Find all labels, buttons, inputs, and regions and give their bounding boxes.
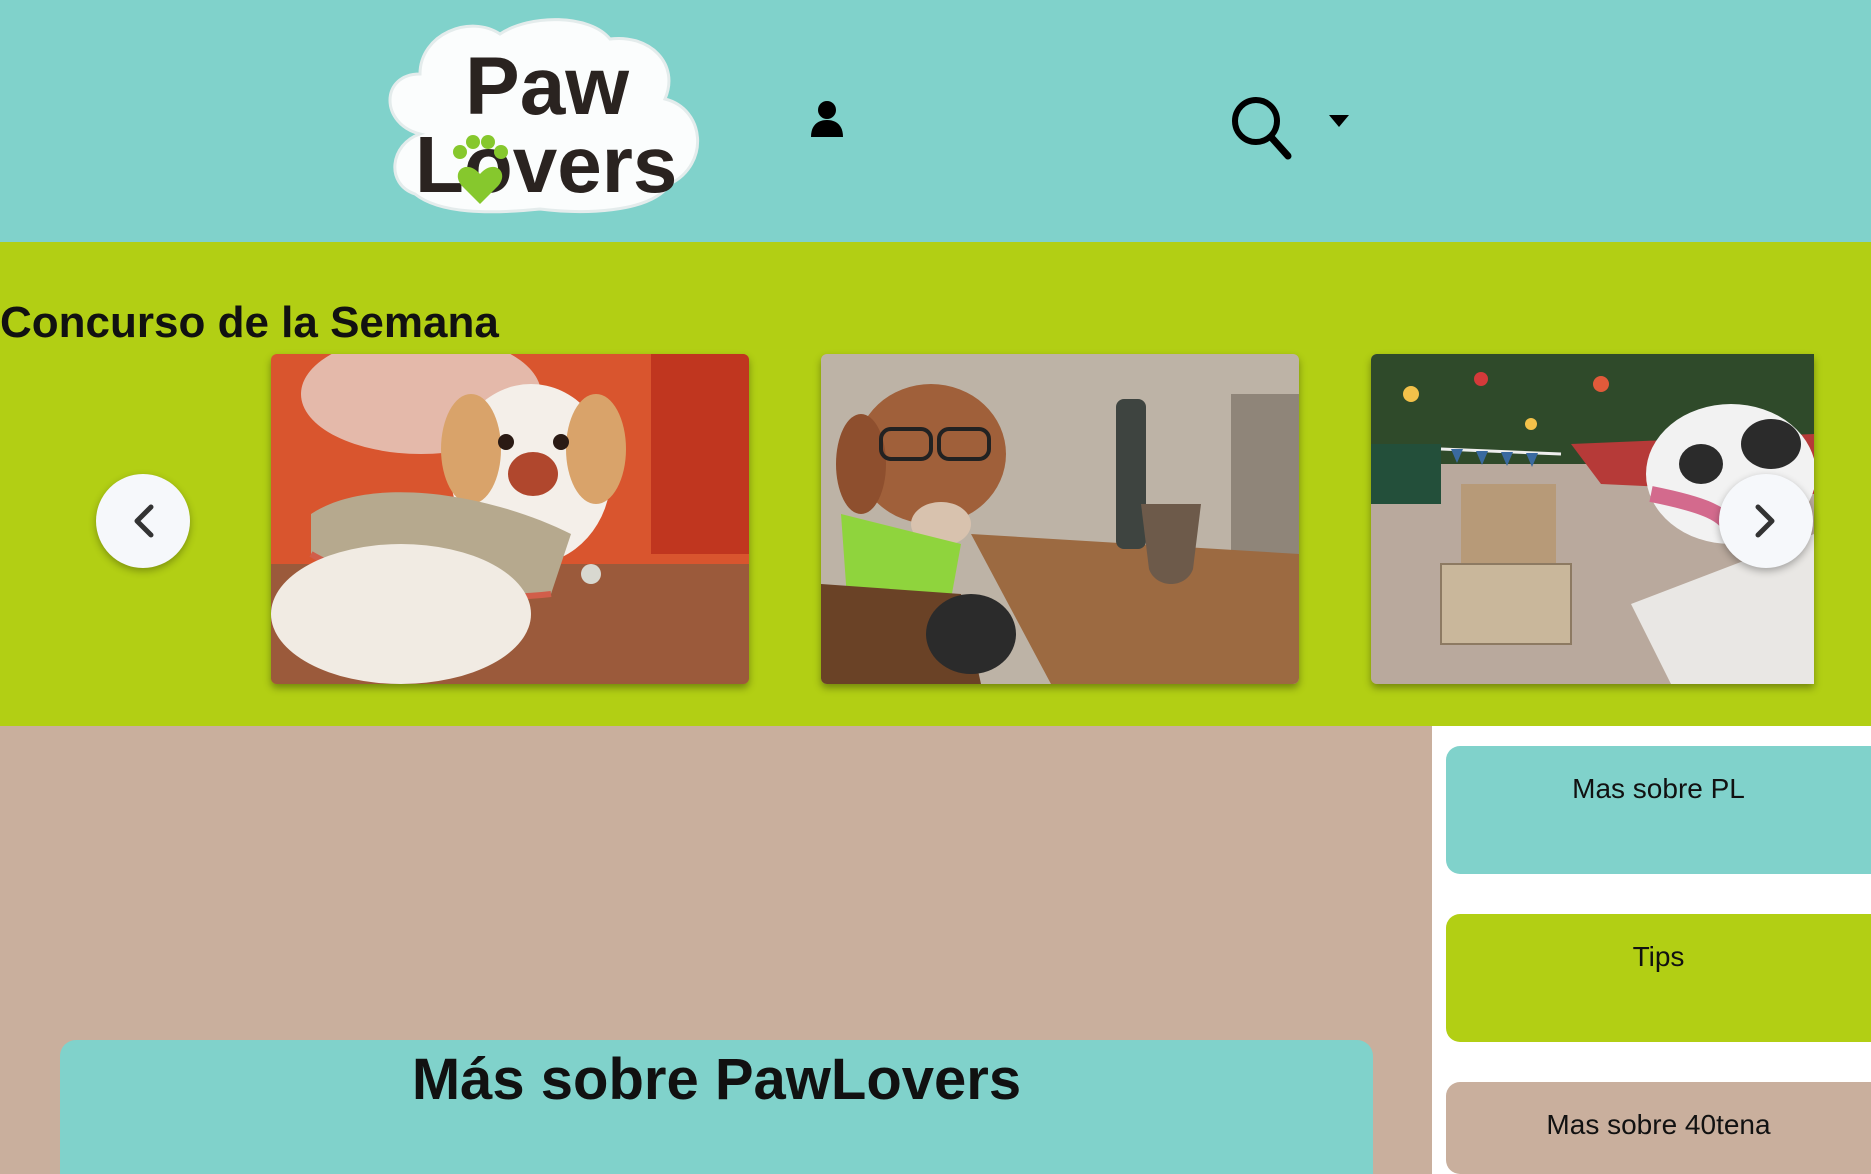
dog-with-glasses-and-mate-photo [821, 354, 1299, 684]
search-icon[interactable] [1230, 95, 1292, 161]
carousel-slide-1[interactable] [271, 354, 749, 684]
chevron-left-icon [134, 504, 154, 538]
logo-text-top: Paw [465, 41, 629, 132]
dog-in-knit-sweater-photo [271, 354, 749, 684]
sidebar-item-mas-sobre-40tena[interactable]: Mas sobre 40tena [1446, 1082, 1871, 1174]
carousel-title: Concurso de la Semana [0, 298, 499, 347]
carousel-next-button[interactable] [1719, 474, 1813, 568]
carousel-slide-2[interactable] [821, 354, 1299, 684]
section-title: Más sobre PawLovers [411, 1047, 1022, 1112]
chevron-right-icon [1755, 504, 1775, 538]
sidebar-item-tips[interactable]: Tips [1446, 914, 1871, 1042]
pawlovers-logo[interactable]: Paw Lovers [380, 14, 710, 214]
about-pawlovers-card: Más sobre PawLovers [60, 1040, 1373, 1174]
logo-text-bottom: Lovers [415, 120, 677, 209]
user-icon[interactable] [810, 100, 844, 138]
carousel-prev-button[interactable] [96, 474, 190, 568]
sidebar-item-label: Mas sobre 40tena [1546, 1109, 1771, 1140]
site-header: Paw Lovers [0, 0, 1871, 242]
sidebar-item-mas-sobre-pl[interactable]: Mas sobre PL [1446, 746, 1871, 874]
sidebar-item-label: Mas sobre PL [1572, 773, 1745, 804]
sidebar-item-label: Tips [1632, 941, 1685, 972]
caret-down-icon[interactable] [1328, 114, 1350, 128]
